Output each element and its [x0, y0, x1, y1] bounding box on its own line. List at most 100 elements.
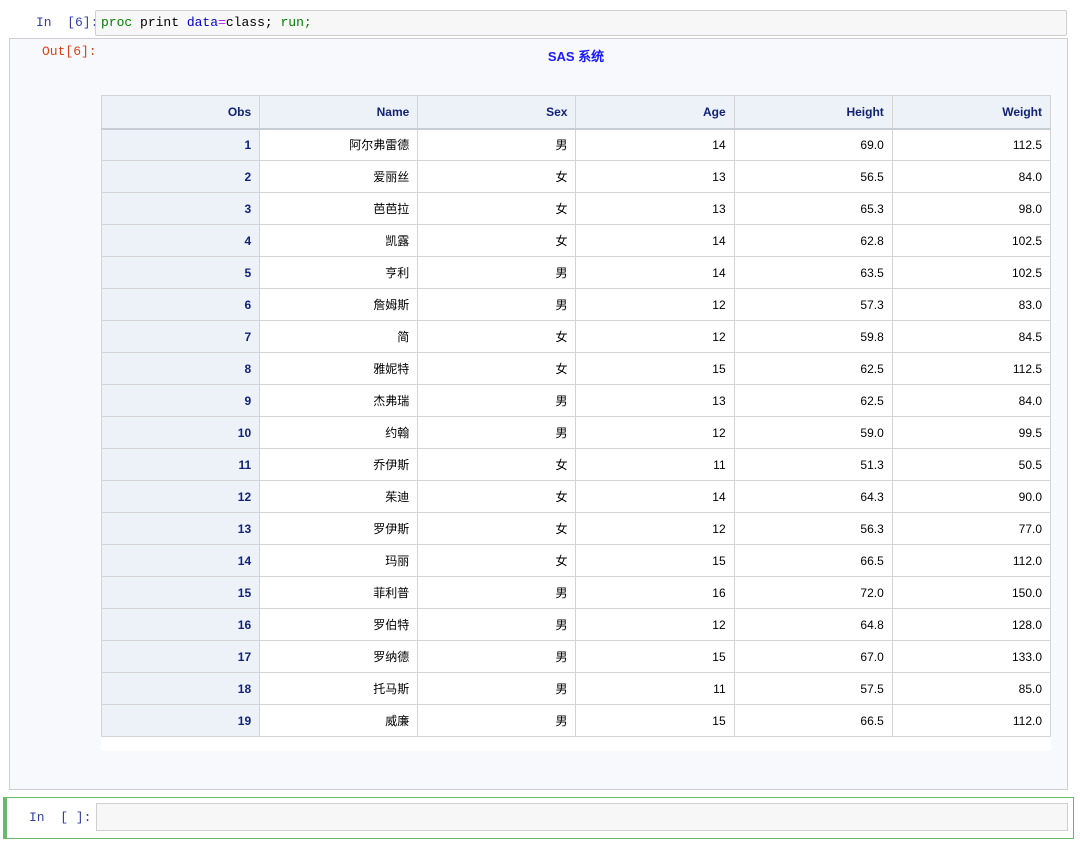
cell-sex: 女: [417, 320, 577, 353]
results-table: Obs Name Sex Age Height Weight 1 阿尔弗雷德男 14 69.0 1…: [101, 95, 1051, 737]
table-row: 5 亨利男 14 63.5 102.5: [101, 256, 1051, 289]
code-cell-input[interactable]: proc print data=class; run;: [95, 10, 1067, 36]
cell-height: 69.0: [733, 128, 893, 161]
cell-obs: 5: [101, 256, 261, 289]
cell-height: 64.3: [733, 480, 893, 513]
cell-obs: 4: [101, 224, 261, 257]
cell-height: 72.0: [733, 576, 893, 609]
cell-sex: 男: [417, 704, 577, 737]
cell-weight: 98.0: [891, 192, 1051, 225]
column-header-age: Age: [575, 95, 735, 130]
code-token: proc: [101, 15, 133, 30]
table-row: 19 威廉男 15 66.5 112.0: [101, 704, 1051, 737]
cell-weight: 102.5: [891, 224, 1051, 257]
cell-weight: 133.0: [891, 640, 1051, 673]
cell-sex: 男: [417, 640, 577, 673]
cell-height: 56.3: [733, 512, 893, 545]
column-header-weight: Weight: [891, 95, 1051, 130]
table-row: 7 简女 12 59.8 84.5: [101, 320, 1051, 353]
cell-height: 66.5: [733, 704, 893, 737]
code-token: run;: [280, 15, 312, 30]
cell-name: 约翰: [259, 416, 419, 449]
cell-sex: 女: [417, 544, 577, 577]
cell-sex: 女: [417, 480, 577, 513]
cell-obs: 19: [101, 704, 261, 737]
cell-age: 15: [575, 352, 735, 385]
cell-age: 14: [575, 128, 735, 161]
cell-name: 托马斯: [259, 672, 419, 705]
results-table-scroll[interactable]: Obs Name Sex Age Height Weight 1 阿尔弗雷德男 14 69.0 1…: [101, 95, 1051, 751]
cell-sex: 女: [417, 448, 577, 481]
cell-weight: 150.0: [891, 576, 1051, 609]
table-row: 18 托马斯男 11 57.5 85.0: [101, 672, 1051, 705]
cell-obs: 12: [101, 480, 261, 513]
cell-age: 14: [575, 480, 735, 513]
cell-height: 62.8: [733, 224, 893, 257]
cell1-in-prompt: In [6]:: [36, 15, 99, 30]
cell-name: 玛丽: [259, 544, 419, 577]
cell-height: 66.5: [733, 544, 893, 577]
table-row: 15 菲利普男 16 72.0 150.0: [101, 576, 1051, 609]
cell-sex: 女: [417, 160, 577, 193]
code-token: =: [218, 15, 226, 30]
cell-obs: 2: [101, 160, 261, 193]
column-header-name: Name: [259, 95, 419, 130]
table-header-row: Obs Name Sex Age Height Weight: [101, 95, 1051, 130]
cell-name: 菲利普: [259, 576, 419, 609]
code-token: print: [132, 15, 187, 30]
cell-weight: 50.5: [891, 448, 1051, 481]
table-row: 12 茱迪女 14 64.3 90.0: [101, 480, 1051, 513]
cell-sex: 女: [417, 352, 577, 385]
cell-obs: 17: [101, 640, 261, 673]
output-title: SAS 系统: [547, 49, 605, 64]
cell-weight: 112.0: [891, 704, 1051, 737]
cell-obs: 18: [101, 672, 261, 705]
cell-weight: 90.0: [891, 480, 1051, 513]
cell-weight: 112.5: [891, 128, 1051, 161]
cell-height: 56.5: [733, 160, 893, 193]
cell-age: 13: [575, 160, 735, 193]
cell-sex: 男: [417, 608, 577, 641]
code-token: class;: [225, 15, 281, 30]
cell-age: 13: [575, 384, 735, 417]
cell-obs: 1: [101, 128, 261, 161]
cell-height: 63.5: [733, 256, 893, 289]
cell-age: 12: [575, 320, 735, 353]
table-row: 8 雅妮特女 15 62.5 112.5: [101, 352, 1051, 385]
cell-sex: 男: [417, 576, 577, 609]
table-row: 9 杰弗瑞男 13 62.5 84.0: [101, 384, 1051, 417]
cell-sex: 女: [417, 192, 577, 225]
cell-height: 62.5: [733, 384, 893, 417]
cell-sex: 男: [417, 672, 577, 705]
table-row: 6 詹姆斯男 12 57.3 83.0: [101, 288, 1051, 321]
cell-obs: 7: [101, 320, 261, 353]
cell-obs: 6: [101, 288, 261, 321]
cell-weight: 102.5: [891, 256, 1051, 289]
cell-name: 茱迪: [259, 480, 419, 513]
cell-name: 威廉: [259, 704, 419, 737]
cell-name: 杰弗瑞: [259, 384, 419, 417]
cell-sex: 女: [417, 224, 577, 257]
cell-weight: 83.0: [891, 288, 1051, 321]
cell-sex: 男: [417, 128, 577, 161]
cell-obs: 11: [101, 448, 261, 481]
cell-age: 11: [575, 448, 735, 481]
cell-height: 62.5: [733, 352, 893, 385]
cell-obs: 13: [101, 512, 261, 545]
cell-name: 亨利: [259, 256, 419, 289]
cell-height: 65.3: [733, 192, 893, 225]
cell-obs: 14: [101, 544, 261, 577]
column-header-sex: Sex: [417, 95, 577, 130]
cell-sex: 男: [417, 416, 577, 449]
table-row: 2 爱丽丝女 13 56.5 84.0: [101, 160, 1051, 193]
cell-height: 57.3: [733, 288, 893, 321]
cell-sex: 男: [417, 256, 577, 289]
cell-age: 12: [575, 512, 735, 545]
column-header-obs: Obs: [101, 95, 261, 130]
cell-weight: 112.5: [891, 352, 1051, 385]
table-row: 10 约翰男 12 59.0 99.5: [101, 416, 1051, 449]
code-cell-input-empty[interactable]: [96, 803, 1068, 831]
cell-obs: 8: [101, 352, 261, 385]
cell-age: 15: [575, 544, 735, 577]
cell-height: 67.0: [733, 640, 893, 673]
